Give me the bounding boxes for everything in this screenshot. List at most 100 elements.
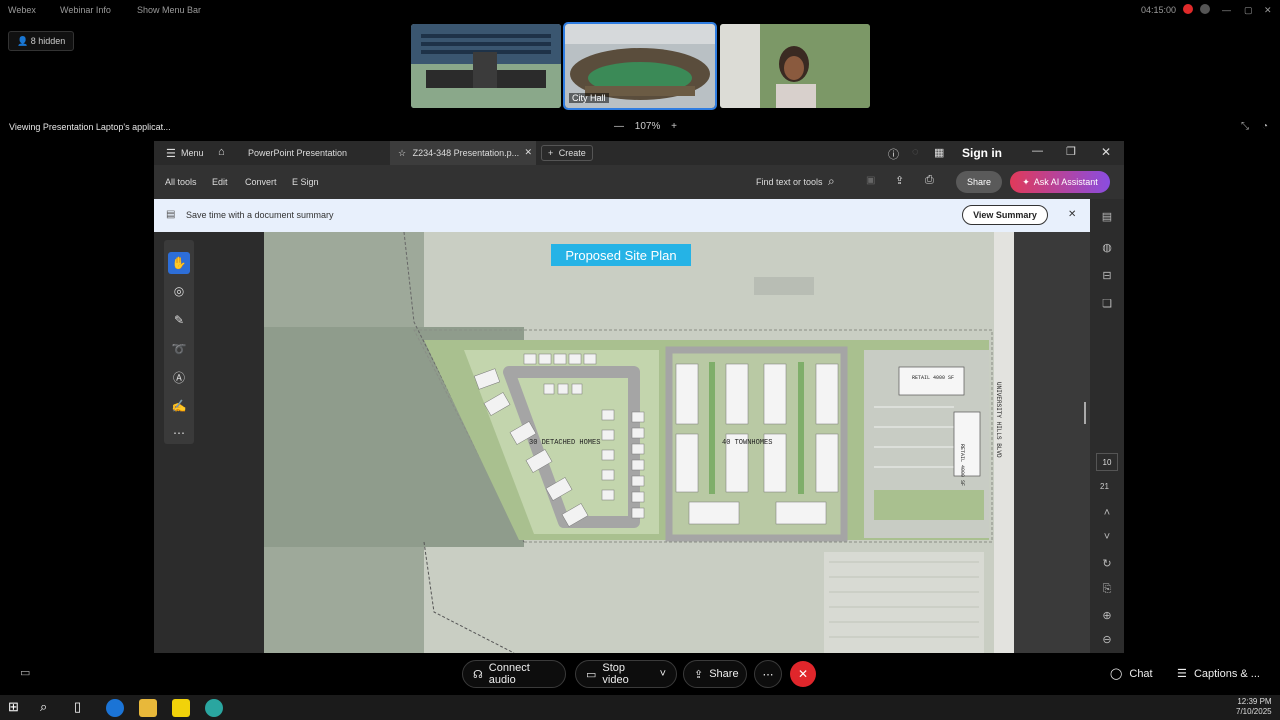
- upload-cloud-icon[interactable]: ⇪: [895, 174, 904, 187]
- connect-audio-button[interactable]: ☊ Connect audio: [462, 660, 566, 688]
- ai-assistant-button[interactable]: ✦ Ask AI Assistant: [1010, 171, 1110, 193]
- council-chamber-video: [411, 24, 561, 108]
- right-tool-rail: ▤ ◍ ⊟ ❏ 10 21 ˄ ˅ ↻ ⎘ ⊕ ⊖: [1090, 199, 1124, 653]
- minimize-window-icon[interactable]: —: [1222, 5, 1231, 15]
- copy-pages-icon[interactable]: ❏: [1099, 297, 1115, 313]
- notifications-icon[interactable]: ◌: [912, 146, 919, 158]
- edit-button[interactable]: Edit: [212, 177, 228, 187]
- more-share-icon[interactable]: ◔: [1262, 121, 1268, 132]
- help-icon[interactable]: ⓘ: [888, 146, 899, 162]
- pdf-page: 30 DETACHED HOMES 40 TOWNHOMES RETAIL 40…: [264, 232, 1014, 653]
- menu-button[interactable]: Menu: [181, 148, 204, 158]
- participant-video-3[interactable]: [720, 24, 870, 108]
- document-view[interactable]: 30 DETACHED HOMES 40 TOWNHOMES RETAIL 40…: [264, 232, 1090, 653]
- video-camera-icon: ▭: [586, 668, 597, 681]
- lasso-icon[interactable]: ➰: [168, 338, 190, 360]
- vertical-scrollbar[interactable]: [1084, 402, 1086, 424]
- sign-in-button[interactable]: Sign in: [962, 146, 1002, 160]
- windows-taskbar: ⊞ ⌕ ▯ 12:39 PM 7/10/2025: [0, 695, 1280, 720]
- esign-button[interactable]: E Sign: [292, 177, 319, 187]
- webex-taskbar-icon[interactable]: [205, 699, 223, 717]
- print-icon[interactable]: ⎙: [925, 174, 934, 187]
- maximize-window-icon[interactable]: ▢: [1244, 5, 1253, 16]
- save-copy-icon[interactable]: ⎘: [1099, 583, 1115, 599]
- more-tools-icon[interactable]: ⋯: [168, 422, 190, 444]
- share-icon: ⇪: [694, 668, 704, 681]
- search-icon[interactable]: ⌕: [828, 174, 835, 189]
- zoom-level: 107%: [634, 121, 661, 132]
- left-tool-rail: ✋ ◎ ✎ ➰ Ⓐ ✍ ⋯: [154, 232, 264, 653]
- close-acrobat-icon[interactable]: ✕: [1101, 145, 1111, 159]
- summary-banner: ▤ Save time with a document summary View…: [154, 199, 1090, 232]
- plus-icon: +: [548, 148, 554, 158]
- ai-icon: ✦: [1022, 176, 1030, 187]
- text-select-icon[interactable]: Ⓐ: [168, 366, 190, 388]
- webex-app-name[interactable]: Webex: [8, 5, 36, 15]
- stop-video-label: Stop video: [602, 662, 629, 686]
- page-down-icon[interactable]: ˅: [1099, 531, 1115, 547]
- site-plan-image: 30 DETACHED HOMES 40 TOWNHOMES RETAIL 40…: [264, 232, 1014, 653]
- share-button[interactable]: Share: [956, 171, 1002, 193]
- tab-presentation[interactable]: ☆ Z234-348 Presentation.p... ✕: [390, 141, 536, 165]
- pen-icon[interactable]: ✎: [168, 309, 190, 331]
- participant-video-1[interactable]: [411, 24, 561, 108]
- chat-icon: ◯: [1110, 668, 1123, 680]
- edge-browser-icon[interactable]: [106, 699, 124, 717]
- bookmarks-icon[interactable]: ⊟: [1099, 269, 1115, 285]
- captions-button[interactable]: ☰ Captions & ...: [1177, 667, 1260, 680]
- participant-video-2[interactable]: City Hall: [563, 22, 717, 110]
- page-up-icon[interactable]: ˄: [1099, 507, 1115, 523]
- comments-panel-icon[interactable]: ◍: [1099, 241, 1115, 257]
- stop-video-button[interactable]: ▭ Stop video ˅: [575, 660, 677, 688]
- apps-grid-icon[interactable]: ▦: [934, 146, 944, 159]
- more-options-button[interactable]: ⋯: [754, 660, 782, 688]
- minimize-acrobat-icon[interactable]: —: [1032, 145, 1043, 157]
- save-icon[interactable]: ▣: [866, 175, 875, 186]
- restore-acrobat-icon[interactable]: ❐: [1066, 145, 1076, 158]
- close-tab-icon[interactable]: ✕: [524, 147, 532, 158]
- zoom-in-icon[interactable]: ⊕: [1099, 609, 1115, 625]
- hidden-count: 8 hidden: [30, 36, 66, 46]
- share-screen-button[interactable]: ⇪ Share: [683, 660, 747, 688]
- retail-label-1: RETAIL 4000 SF: [912, 375, 954, 381]
- zoom-in-button[interactable]: +: [671, 121, 677, 132]
- webinar-info-link[interactable]: Webinar Info: [60, 5, 111, 15]
- zoom-out-button[interactable]: —: [614, 121, 624, 132]
- star-icon[interactable]: ☆: [398, 148, 406, 158]
- convert-button[interactable]: Convert: [245, 177, 277, 187]
- chevron-down-icon[interactable]: ˅: [660, 668, 666, 680]
- home-icon[interactable]: ⌂: [218, 146, 225, 158]
- hidden-participants-button[interactable]: 👤 8 hidden: [8, 31, 75, 51]
- current-page-input[interactable]: 10: [1096, 453, 1118, 471]
- audio-icon: ☊: [473, 668, 483, 681]
- file-explorer-icon[interactable]: [139, 699, 157, 717]
- close-banner-icon[interactable]: ✕: [1068, 209, 1076, 220]
- ai-label: Ask AI Assistant: [1033, 177, 1098, 187]
- leave-meeting-button[interactable]: ✕: [790, 661, 816, 687]
- layout-icon[interactable]: ▭: [20, 666, 30, 679]
- show-menu-bar-link[interactable]: Show Menu Bar: [137, 5, 201, 15]
- file-icon[interactable]: ▯: [74, 699, 92, 717]
- find-tools-button[interactable]: Find text or tools: [756, 177, 823, 187]
- annotate-icon[interactable]: ⤡: [1241, 121, 1249, 132]
- comment-icon[interactable]: ◎: [168, 280, 190, 302]
- sticky-notes-icon[interactable]: [172, 699, 190, 717]
- chat-label: Chat: [1129, 668, 1153, 680]
- windows-start-icon[interactable]: ⊞: [8, 699, 26, 717]
- townhomes-label: 40 TOWNHOMES: [722, 439, 772, 447]
- close-window-icon[interactable]: ✕: [1264, 5, 1272, 16]
- all-tools-button[interactable]: All tools: [165, 177, 197, 187]
- captions-label: Captions & ...: [1193, 668, 1260, 680]
- view-summary-button[interactable]: View Summary: [962, 205, 1048, 225]
- share-label: Share: [709, 668, 739, 680]
- tab-label: PowerPoint Presentation: [248, 148, 348, 158]
- tab-powerpoint[interactable]: PowerPoint Presentation: [238, 141, 390, 165]
- stamp-icon[interactable]: ✍: [168, 395, 190, 417]
- pages-panel-icon[interactable]: ▤: [1099, 210, 1115, 226]
- refresh-icon[interactable]: ↻: [1099, 557, 1115, 573]
- chat-button[interactable]: ◯ Chat: [1110, 667, 1153, 680]
- zoom-out-icon[interactable]: ⊖: [1099, 633, 1115, 649]
- search-taskbar-icon[interactable]: ⌕: [40, 699, 58, 717]
- create-tab-button[interactable]: + Create: [541, 145, 593, 161]
- hand-tool-icon[interactable]: ✋: [168, 252, 190, 274]
